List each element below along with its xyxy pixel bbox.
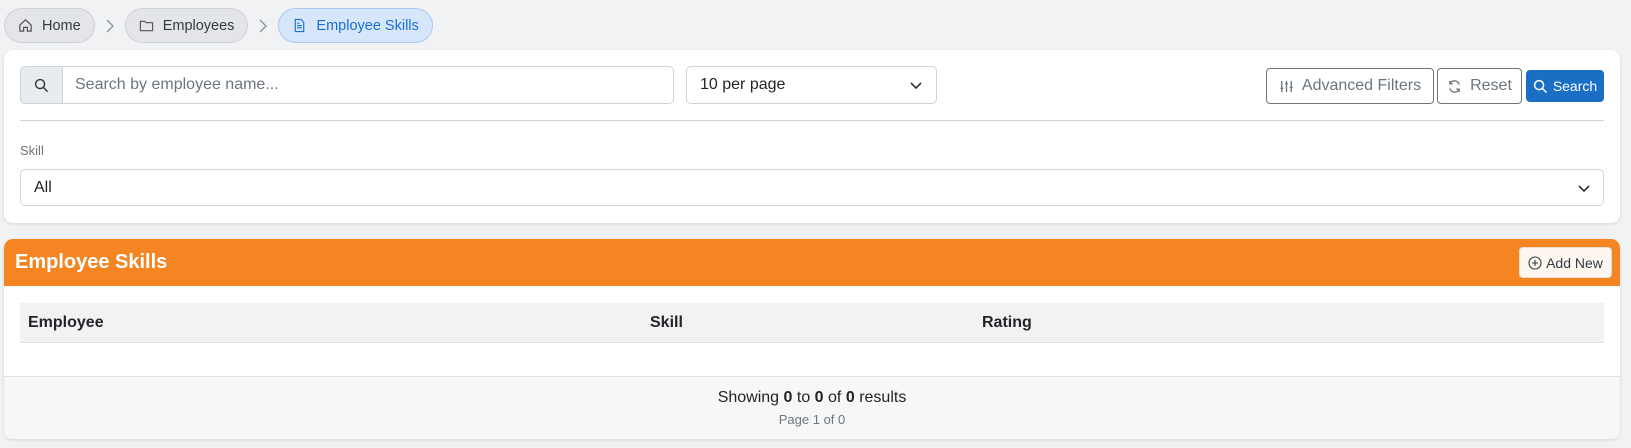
results-word: results	[859, 389, 907, 406]
document-icon	[295, 18, 305, 33]
sliders-icon	[1280, 80, 1293, 92]
reset-button[interactable]: Reset	[1437, 68, 1522, 104]
home-icon	[19, 19, 32, 32]
table-header-row: Employee Skill Rating	[20, 303, 1604, 343]
card-header: Employee Skills Add New	[4, 239, 1620, 286]
search-icon	[20, 66, 62, 104]
column-header-rating[interactable]: Rating	[982, 314, 1032, 332]
reset-label: Reset	[1470, 77, 1512, 94]
card-title: Employee Skills	[15, 251, 168, 273]
to-word: to	[796, 389, 811, 406]
breadcrumb-employees-label: Employees	[162, 17, 235, 34]
skill-label: Skill	[20, 143, 44, 158]
breadcrumb-home[interactable]: Home	[4, 8, 95, 43]
results-from: 0	[783, 389, 793, 406]
search-input[interactable]	[62, 66, 674, 104]
search-group	[20, 66, 674, 104]
advanced-filters-label: Advanced Filters	[1301, 77, 1422, 94]
breadcrumb-home-label: Home	[42, 17, 81, 34]
page-info: Page 1 of 0	[778, 412, 846, 427]
table-footer: Showing 0 to 0 of 0 results Page 1 of 0	[4, 376, 1620, 439]
column-header-skill[interactable]: Skill	[650, 314, 683, 332]
per-page-value: 10 per page	[700, 76, 786, 93]
plus-circle-icon	[1528, 255, 1542, 270]
breadcrumb-employee-skills[interactable]: Employee Skills	[278, 8, 433, 43]
refresh-icon	[1449, 79, 1460, 93]
employee-skills-card: Employee Skills Add New Employee Skill R…	[4, 239, 1620, 439]
advanced-filters-button[interactable]: Advanced Filters	[1266, 68, 1434, 104]
search-button-label: Search	[1552, 78, 1598, 94]
skill-select[interactable]: All	[20, 169, 1604, 206]
skill-select-value: All	[34, 178, 52, 196]
results-total: 0	[845, 389, 855, 406]
add-new-label: Add New	[1546, 254, 1603, 271]
search-button[interactable]: Search	[1526, 70, 1604, 102]
search-icon	[1533, 79, 1547, 93]
add-new-button[interactable]: Add New	[1519, 247, 1612, 278]
results-summary: Showing 0 to 0 of 0 results	[4, 389, 1620, 407]
of-word: of	[828, 389, 842, 406]
chevron-down-icon	[1578, 184, 1590, 192]
chevron-down-icon	[910, 82, 922, 90]
chevron-right-icon	[95, 19, 125, 33]
per-page-select[interactable]: 10 per page	[686, 66, 937, 104]
breadcrumb: Home Employees Employee Skills	[4, 8, 433, 43]
breadcrumb-employee-skills-label: Employee Skills	[316, 17, 419, 34]
divider	[20, 120, 1604, 121]
chevron-right-icon	[248, 19, 278, 33]
showing-prefix: Showing	[717, 389, 780, 406]
column-header-employee[interactable]: Employee	[28, 314, 104, 332]
breadcrumb-employees[interactable]: Employees	[124, 8, 249, 43]
folder-icon	[139, 20, 153, 32]
results-to: 0	[814, 389, 824, 406]
filter-panel: 10 per page Advanced Filters Reset Searc…	[4, 50, 1620, 223]
